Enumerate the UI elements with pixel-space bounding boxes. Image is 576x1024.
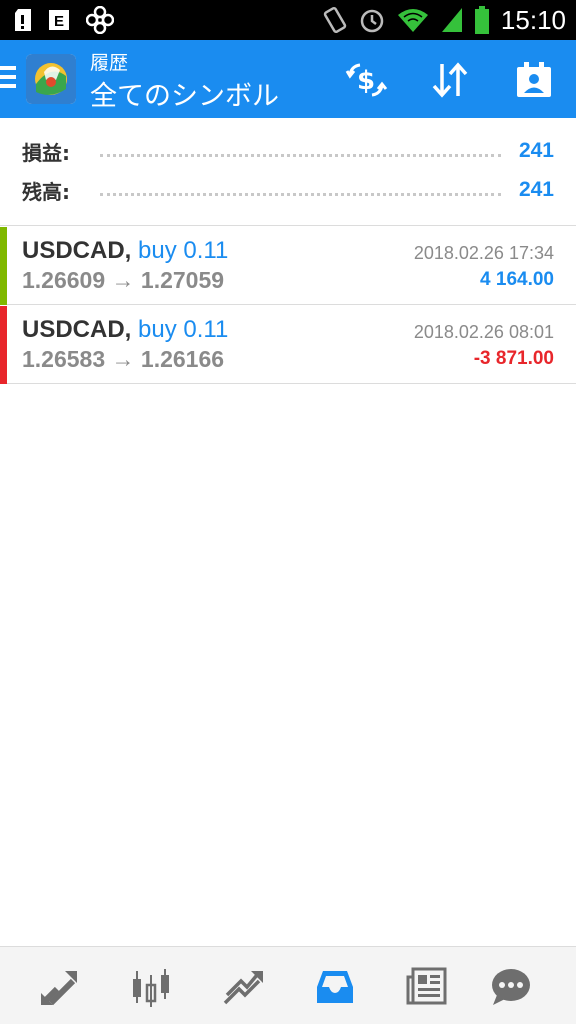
status-right-icons: 15:10 [321, 6, 566, 34]
sort-icon [432, 62, 468, 98]
wifi-icon [397, 9, 428, 32]
bottom-navigation [0, 946, 576, 1024]
nav-chat[interactable] [487, 963, 535, 1011]
trade-type: buy 0.11 [138, 237, 229, 264]
balance-label: 残高: [22, 179, 70, 204]
fan-icon [86, 6, 114, 34]
open-price: 1.26583 [22, 346, 106, 372]
svg-text:E: E [54, 13, 64, 30]
app-title[interactable]: 全てのシンボル [90, 74, 279, 113]
price-arrow: → [111, 267, 135, 293]
app-logo[interactable] [26, 54, 76, 104]
trade-direction-bar [0, 306, 7, 384]
news-icon [406, 967, 447, 1005]
dotted-leader [100, 192, 501, 196]
trade-symbol: USDCAD, [22, 237, 132, 264]
svg-text:$: $ [357, 66, 375, 96]
vibrate-icon [323, 6, 347, 34]
trade-profit: -3 871.00 [473, 348, 554, 369]
dotted-leader [100, 153, 501, 157]
menu-icon[interactable] [0, 66, 16, 92]
currency-exchange-button[interactable]: $ [344, 58, 388, 102]
e-notification-icon: E [49, 10, 69, 30]
profit-value: 241 [518, 139, 554, 162]
history-icon [317, 971, 353, 1003]
trade-type: buy 0.11 [138, 316, 229, 343]
balance-row: 残高: 241 [22, 175, 554, 205]
close-price: 1.27059 [140, 267, 225, 293]
currency-exchange-icon: $ [345, 63, 388, 97]
chart-icon [133, 969, 169, 1007]
trade-row[interactable]: USDCAD, buy 0.11 1.26609 → 1.27059 2018.… [0, 227, 576, 305]
account-button[interactable] [512, 58, 556, 102]
trade-row[interactable]: USDCAD, buy 0.11 1.26583 → 1.26166 2018.… [0, 306, 576, 384]
quotes-icon [40, 971, 77, 1006]
close-price: 1.26166 [140, 346, 225, 372]
nav-trade[interactable] [219, 963, 267, 1011]
open-price: 1.26609 [22, 267, 106, 293]
trade-direction-bar [0, 227, 7, 305]
trade-heading: USDCAD, buy 0.11 [22, 316, 228, 344]
trade-time: 2018.02.26 08:01 [413, 322, 554, 342]
nav-charts[interactable] [127, 963, 175, 1011]
nav-history[interactable] [311, 963, 359, 1011]
trade-prices: 1.26583 → 1.26166 [22, 346, 224, 373]
nav-quotes[interactable] [35, 963, 83, 1011]
trade-heading: USDCAD, buy 0.11 [22, 237, 228, 265]
app-bar: 履歴 全てのシンボル $ [0, 40, 576, 118]
calendar-user-icon [517, 62, 551, 97]
chat-icon [492, 969, 530, 1005]
app-subtitle: 履歴 [90, 52, 129, 74]
price-arrow: → [111, 346, 135, 372]
trade-icon [223, 971, 263, 1005]
alarm-icon [360, 9, 384, 33]
trade-prices: 1.26609 → 1.27059 [22, 267, 224, 294]
nav-news[interactable] [403, 963, 451, 1011]
sd-card-icon [15, 9, 31, 31]
trade-profit: 4 164.00 [480, 269, 554, 290]
sort-button[interactable] [428, 58, 472, 102]
history-summary: 損益: 241 残高: 241 [0, 118, 576, 226]
balance-value: 241 [518, 178, 554, 201]
metatrader-logo-icon [26, 54, 76, 104]
status-left-icons: E [14, 6, 114, 34]
trade-symbol: USDCAD, [22, 316, 132, 343]
trade-time: 2018.02.26 17:34 [413, 243, 554, 263]
signal-icon [441, 8, 462, 32]
status-time: 15:10 [500, 5, 566, 35]
status-bar: E 15:10 [0, 0, 576, 40]
battery-icon [474, 6, 489, 34]
profit-row: 損益: 241 [22, 136, 554, 166]
profit-label: 損益: [22, 140, 70, 165]
